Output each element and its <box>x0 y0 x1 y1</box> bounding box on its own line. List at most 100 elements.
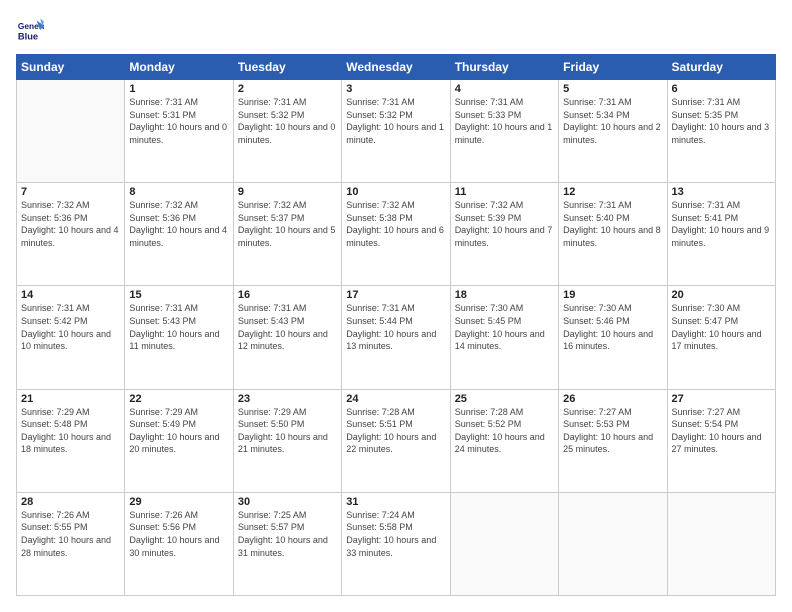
day-number: 25 <box>455 393 554 405</box>
day-number: 28 <box>21 496 120 508</box>
calendar-cell: 24Sunrise: 7:28 AMSunset: 5:51 PMDayligh… <box>342 389 450 492</box>
day-info: Sunrise: 7:31 AMSunset: 5:43 PMDaylight:… <box>238 302 337 352</box>
calendar-cell: 28Sunrise: 7:26 AMSunset: 5:55 PMDayligh… <box>17 492 125 595</box>
calendar-cell: 4Sunrise: 7:31 AMSunset: 5:33 PMDaylight… <box>450 80 558 183</box>
day-number: 7 <box>21 186 120 198</box>
day-number: 14 <box>21 289 120 301</box>
calendar-cell <box>667 492 775 595</box>
day-info: Sunrise: 7:26 AMSunset: 5:55 PMDaylight:… <box>21 509 120 559</box>
day-info: Sunrise: 7:30 AMSunset: 5:47 PMDaylight:… <box>672 302 771 352</box>
day-number: 8 <box>129 186 228 198</box>
day-number: 13 <box>672 186 771 198</box>
calendar-cell: 8Sunrise: 7:32 AMSunset: 5:36 PMDaylight… <box>125 183 233 286</box>
day-number: 11 <box>455 186 554 198</box>
day-info: Sunrise: 7:32 AMSunset: 5:36 PMDaylight:… <box>129 199 228 249</box>
calendar-week-1: 1Sunrise: 7:31 AMSunset: 5:31 PMDaylight… <box>17 80 776 183</box>
calendar-cell: 17Sunrise: 7:31 AMSunset: 5:44 PMDayligh… <box>342 286 450 389</box>
weekday-header-friday: Friday <box>559 55 667 80</box>
day-number: 2 <box>238 83 337 95</box>
day-number: 23 <box>238 393 337 405</box>
calendar-cell: 22Sunrise: 7:29 AMSunset: 5:49 PMDayligh… <box>125 389 233 492</box>
calendar-cell: 20Sunrise: 7:30 AMSunset: 5:47 PMDayligh… <box>667 286 775 389</box>
calendar-week-3: 14Sunrise: 7:31 AMSunset: 5:42 PMDayligh… <box>17 286 776 389</box>
day-info: Sunrise: 7:27 AMSunset: 5:54 PMDaylight:… <box>672 406 771 456</box>
day-info: Sunrise: 7:31 AMSunset: 5:32 PMDaylight:… <box>346 96 445 146</box>
calendar-cell <box>17 80 125 183</box>
weekday-header-tuesday: Tuesday <box>233 55 341 80</box>
day-info: Sunrise: 7:30 AMSunset: 5:45 PMDaylight:… <box>455 302 554 352</box>
day-info: Sunrise: 7:29 AMSunset: 5:48 PMDaylight:… <box>21 406 120 456</box>
day-number: 26 <box>563 393 662 405</box>
logo-icon: General Blue <box>16 16 44 44</box>
weekday-header-monday: Monday <box>125 55 233 80</box>
weekday-header-thursday: Thursday <box>450 55 558 80</box>
day-info: Sunrise: 7:29 AMSunset: 5:50 PMDaylight:… <box>238 406 337 456</box>
day-number: 24 <box>346 393 445 405</box>
calendar-cell: 15Sunrise: 7:31 AMSunset: 5:43 PMDayligh… <box>125 286 233 389</box>
day-number: 15 <box>129 289 228 301</box>
calendar-table: SundayMondayTuesdayWednesdayThursdayFrid… <box>16 54 776 596</box>
calendar-cell: 5Sunrise: 7:31 AMSunset: 5:34 PMDaylight… <box>559 80 667 183</box>
calendar-cell: 19Sunrise: 7:30 AMSunset: 5:46 PMDayligh… <box>559 286 667 389</box>
logo: General Blue <box>16 16 48 44</box>
day-number: 31 <box>346 496 445 508</box>
day-info: Sunrise: 7:32 AMSunset: 5:37 PMDaylight:… <box>238 199 337 249</box>
day-info: Sunrise: 7:26 AMSunset: 5:56 PMDaylight:… <box>129 509 228 559</box>
calendar-cell: 29Sunrise: 7:26 AMSunset: 5:56 PMDayligh… <box>125 492 233 595</box>
day-info: Sunrise: 7:31 AMSunset: 5:31 PMDaylight:… <box>129 96 228 146</box>
day-number: 1 <box>129 83 228 95</box>
calendar-week-2: 7Sunrise: 7:32 AMSunset: 5:36 PMDaylight… <box>17 183 776 286</box>
calendar-cell: 23Sunrise: 7:29 AMSunset: 5:50 PMDayligh… <box>233 389 341 492</box>
calendar-cell: 7Sunrise: 7:32 AMSunset: 5:36 PMDaylight… <box>17 183 125 286</box>
day-info: Sunrise: 7:25 AMSunset: 5:57 PMDaylight:… <box>238 509 337 559</box>
weekday-header-row: SundayMondayTuesdayWednesdayThursdayFrid… <box>17 55 776 80</box>
day-info: Sunrise: 7:31 AMSunset: 5:43 PMDaylight:… <box>129 302 228 352</box>
day-info: Sunrise: 7:31 AMSunset: 5:33 PMDaylight:… <box>455 96 554 146</box>
calendar-week-5: 28Sunrise: 7:26 AMSunset: 5:55 PMDayligh… <box>17 492 776 595</box>
day-info: Sunrise: 7:32 AMSunset: 5:36 PMDaylight:… <box>21 199 120 249</box>
day-info: Sunrise: 7:29 AMSunset: 5:49 PMDaylight:… <box>129 406 228 456</box>
day-number: 30 <box>238 496 337 508</box>
calendar-cell: 6Sunrise: 7:31 AMSunset: 5:35 PMDaylight… <box>667 80 775 183</box>
day-info: Sunrise: 7:31 AMSunset: 5:42 PMDaylight:… <box>21 302 120 352</box>
day-info: Sunrise: 7:31 AMSunset: 5:41 PMDaylight:… <box>672 199 771 249</box>
day-number: 12 <box>563 186 662 198</box>
weekday-header-saturday: Saturday <box>667 55 775 80</box>
calendar-cell: 26Sunrise: 7:27 AMSunset: 5:53 PMDayligh… <box>559 389 667 492</box>
day-number: 27 <box>672 393 771 405</box>
day-number: 18 <box>455 289 554 301</box>
weekday-header-sunday: Sunday <box>17 55 125 80</box>
day-info: Sunrise: 7:30 AMSunset: 5:46 PMDaylight:… <box>563 302 662 352</box>
calendar-cell: 10Sunrise: 7:32 AMSunset: 5:38 PMDayligh… <box>342 183 450 286</box>
day-number: 22 <box>129 393 228 405</box>
day-info: Sunrise: 7:27 AMSunset: 5:53 PMDaylight:… <box>563 406 662 456</box>
day-info: Sunrise: 7:31 AMSunset: 5:44 PMDaylight:… <box>346 302 445 352</box>
calendar-cell: 18Sunrise: 7:30 AMSunset: 5:45 PMDayligh… <box>450 286 558 389</box>
day-number: 17 <box>346 289 445 301</box>
calendar-cell: 12Sunrise: 7:31 AMSunset: 5:40 PMDayligh… <box>559 183 667 286</box>
calendar-cell: 2Sunrise: 7:31 AMSunset: 5:32 PMDaylight… <box>233 80 341 183</box>
day-info: Sunrise: 7:31 AMSunset: 5:40 PMDaylight:… <box>563 199 662 249</box>
day-info: Sunrise: 7:28 AMSunset: 5:51 PMDaylight:… <box>346 406 445 456</box>
day-info: Sunrise: 7:32 AMSunset: 5:39 PMDaylight:… <box>455 199 554 249</box>
calendar-cell <box>450 492 558 595</box>
day-info: Sunrise: 7:31 AMSunset: 5:35 PMDaylight:… <box>672 96 771 146</box>
calendar-cell: 9Sunrise: 7:32 AMSunset: 5:37 PMDaylight… <box>233 183 341 286</box>
calendar-cell: 30Sunrise: 7:25 AMSunset: 5:57 PMDayligh… <box>233 492 341 595</box>
day-number: 19 <box>563 289 662 301</box>
day-number: 5 <box>563 83 662 95</box>
day-info: Sunrise: 7:31 AMSunset: 5:34 PMDaylight:… <box>563 96 662 146</box>
calendar-week-4: 21Sunrise: 7:29 AMSunset: 5:48 PMDayligh… <box>17 389 776 492</box>
calendar-cell: 14Sunrise: 7:31 AMSunset: 5:42 PMDayligh… <box>17 286 125 389</box>
day-number: 21 <box>21 393 120 405</box>
day-info: Sunrise: 7:31 AMSunset: 5:32 PMDaylight:… <box>238 96 337 146</box>
calendar-cell: 21Sunrise: 7:29 AMSunset: 5:48 PMDayligh… <box>17 389 125 492</box>
calendar-cell: 3Sunrise: 7:31 AMSunset: 5:32 PMDaylight… <box>342 80 450 183</box>
header: General Blue <box>16 16 776 44</box>
day-number: 16 <box>238 289 337 301</box>
day-info: Sunrise: 7:32 AMSunset: 5:38 PMDaylight:… <box>346 199 445 249</box>
day-info: Sunrise: 7:24 AMSunset: 5:58 PMDaylight:… <box>346 509 445 559</box>
calendar-cell: 1Sunrise: 7:31 AMSunset: 5:31 PMDaylight… <box>125 80 233 183</box>
day-number: 6 <box>672 83 771 95</box>
calendar-cell: 31Sunrise: 7:24 AMSunset: 5:58 PMDayligh… <box>342 492 450 595</box>
